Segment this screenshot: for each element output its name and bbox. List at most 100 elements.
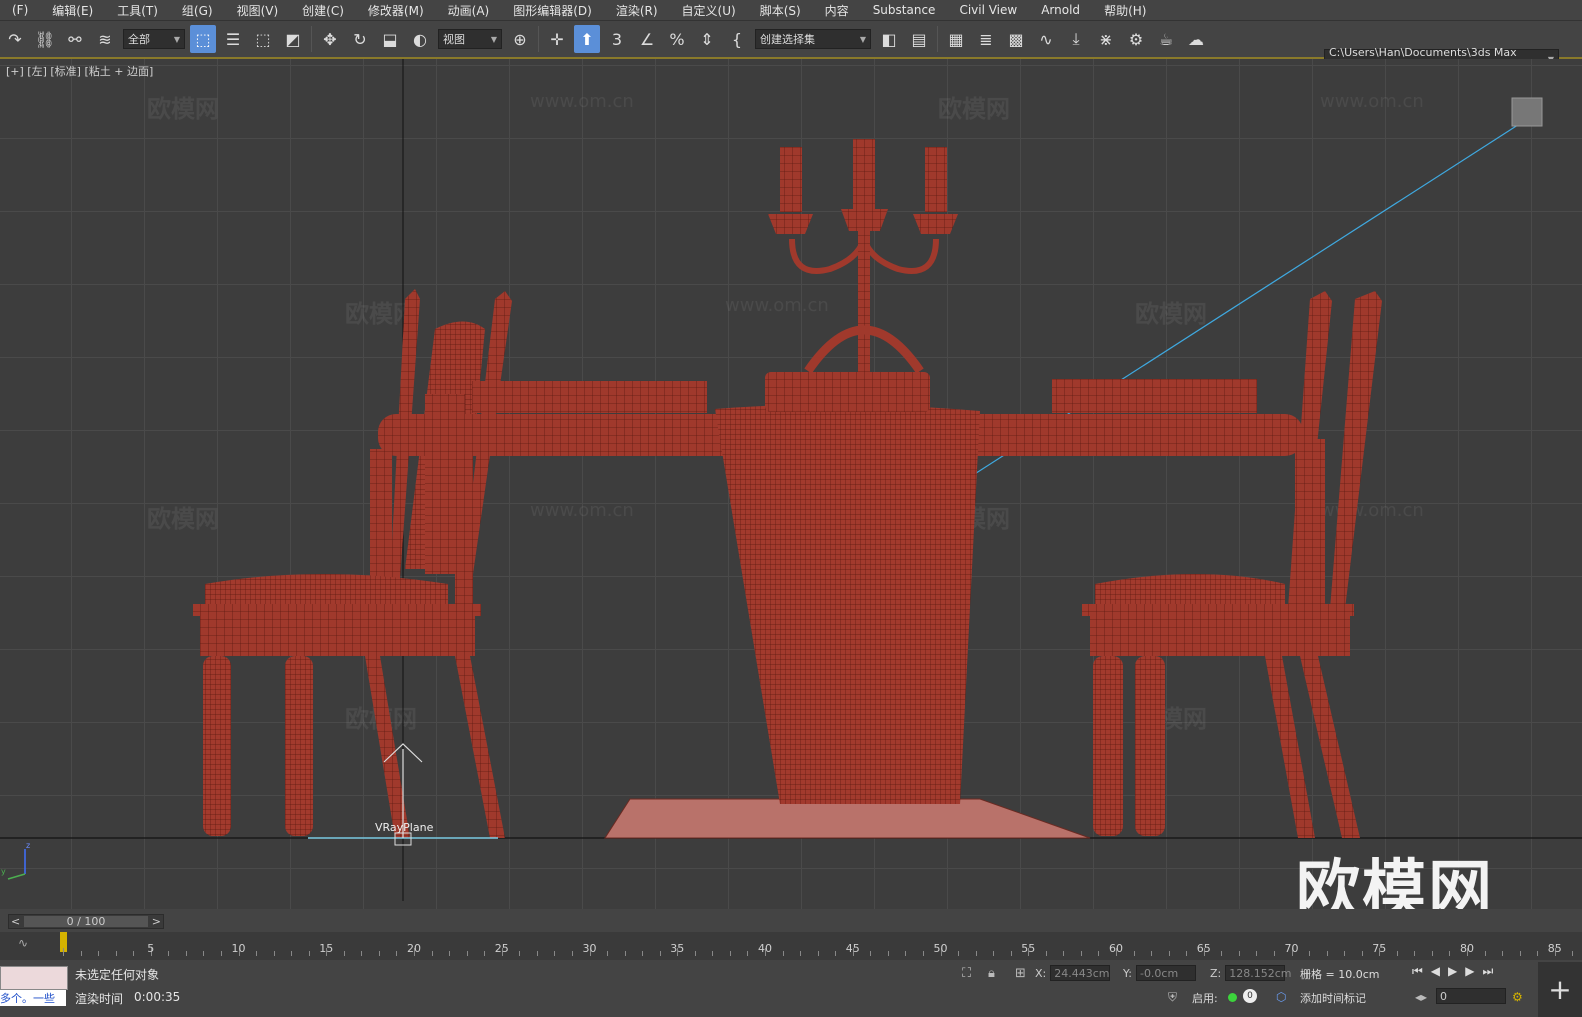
curve-editor-icon[interactable]: ∿ [1033, 25, 1059, 53]
track-tick [1414, 951, 1416, 956]
isolate-selection-icon[interactable]: ⛶ [962, 966, 971, 981]
mirror-icon[interactable]: ◧ [876, 25, 902, 53]
transform-mode-icon[interactable]: ⊞ [1015, 966, 1026, 981]
status-dot [1228, 993, 1237, 1002]
rotate-icon[interactable]: ↻ [347, 25, 373, 53]
scale-icon[interactable]: ⬓ [377, 25, 403, 53]
reference-coordinate-value: 视图 [443, 33, 465, 46]
z-coordinate-field[interactable]: 128.152cm [1225, 965, 1292, 981]
scene-explorer-icon[interactable]: ▦ [943, 25, 969, 53]
dope-sheet-icon[interactable]: ⤓ [1063, 25, 1089, 53]
chevron-down-icon: ▼ [173, 34, 180, 44]
menu-item[interactable]: Substance [861, 3, 948, 17]
track-tick [1449, 951, 1451, 956]
time-slider[interactable]: < 0 / 100 > [0, 912, 1582, 932]
material-editor-icon[interactable]: ⚙ [1123, 25, 1149, 53]
select-by-name-icon[interactable]: ☰ [220, 25, 246, 53]
frame-nav-icon[interactable]: ◂▸ [1415, 990, 1427, 1004]
menu-item[interactable]: 创建(C) [290, 2, 356, 19]
time-slider-prev-button[interactable]: < [11, 915, 20, 928]
angle-snap-icon[interactable]: ∠ [634, 25, 660, 53]
reference-coordinate-dropdown[interactable]: 视图 ▼ [438, 29, 502, 49]
curve-editor-mini-icon[interactable]: ∿ [18, 936, 28, 950]
time-config-icon[interactable]: ⚙ [1512, 990, 1523, 1004]
menu-item[interactable]: 编辑(E) [40, 2, 105, 19]
unlink-icon[interactable]: ⚯ [62, 25, 88, 53]
percent-snap-icon[interactable]: % [664, 25, 690, 53]
edit-named-selection-icon[interactable]: { [724, 25, 750, 53]
track-tick [800, 951, 802, 956]
track-tick [905, 951, 907, 956]
render-production-icon[interactable]: ☁ [1183, 25, 1209, 53]
track-tick [1502, 951, 1504, 956]
placement-icon[interactable]: ◐ [407, 25, 433, 53]
right-chair [1082, 291, 1382, 838]
add-button[interactable]: + [1538, 962, 1582, 1017]
schematic-view-icon[interactable]: ⋇ [1093, 25, 1119, 53]
y-coordinate-field[interactable]: -0.0cm [1135, 965, 1196, 981]
menu-item[interactable]: 图形编辑器(D) [501, 2, 604, 19]
listener-thumbnail[interactable] [0, 966, 68, 990]
align-icon[interactable]: ▤ [906, 25, 932, 53]
lock-icon[interactable]: 🔒︎ [988, 966, 995, 981]
left-viewport[interactable]: [+] [左] [标准] [粘土 + 边面] 欧模网 www.om.cn 欧模网… [0, 59, 1582, 909]
maxscript-mini-listener[interactable]: 多个。一些 [0, 990, 66, 1006]
add-time-tag[interactable]: 添加时间标记 [1300, 990, 1366, 1006]
track-tick [1080, 951, 1082, 956]
track-tick-label: 40 [758, 942, 772, 955]
track-tick [133, 951, 135, 956]
menu-item[interactable]: 视图(V) [225, 2, 291, 19]
spinner-snap-icon[interactable]: ⇕ [694, 25, 720, 53]
select-object-icon[interactable]: ⬚ [190, 25, 216, 53]
grid-size: 栅格 = 10.0cm [1300, 968, 1380, 981]
playback-controls[interactable]: ⏮◀▶▶⏭ [1412, 964, 1501, 979]
keyboard-shortcut-override-icon[interactable]: ⬆ [574, 25, 600, 53]
menu-item[interactable]: Civil View [947, 3, 1029, 17]
menu-item[interactable]: 帮助(H) [1092, 2, 1158, 19]
menu-item[interactable]: 动画(A) [436, 2, 502, 19]
enable-count[interactable]: 0 [1243, 989, 1257, 1003]
named-selection-sets-dropdown[interactable]: 创建选择集 ▼ [755, 29, 871, 49]
track-tick [1186, 951, 1188, 956]
selection-filter-dropdown[interactable]: 全部 ▼ [123, 29, 185, 49]
current-frame-field[interactable]: 0 [1436, 988, 1506, 1004]
menu-item[interactable]: 内容 [813, 2, 861, 19]
menu-item[interactable]: 渲染(R) [604, 2, 670, 19]
menu-item[interactable]: Arnold [1029, 3, 1092, 17]
layer-explorer-icon[interactable]: ≣ [973, 25, 999, 53]
vrayplane-label: VRayPlane [375, 821, 434, 834]
time-slider-frame[interactable]: 0 / 100 [24, 916, 148, 927]
window-crossing-icon[interactable]: ◩ [280, 25, 306, 53]
time-slider-next-button[interactable]: > [152, 915, 161, 928]
menu-bar: (F) 编辑(E) 工具(T) 组(G) 视图(V) 创建(C) 修改器(M) 动画(A) 图形… [0, 0, 1582, 21]
link-icon[interactable]: ⛓ [32, 25, 58, 53]
menu-item[interactable]: (F) [0, 3, 40, 17]
x-coordinate-field[interactable]: 24.443cm [1050, 965, 1111, 981]
menu-item[interactable]: 自定义(U) [670, 2, 748, 19]
shield-icon[interactable]: ⛨ [1168, 990, 1177, 1005]
redo-icon[interactable]: ↷ [2, 25, 28, 53]
pivot-center-icon[interactable]: ⊕ [507, 25, 533, 53]
time-tag-icon[interactable]: ⬡ [1276, 990, 1286, 1004]
rectangle-selection-icon[interactable]: ⬚ [250, 25, 276, 53]
x-label: X: [1035, 966, 1047, 980]
scene-model[interactable] [0, 59, 1582, 909]
menu-item[interactable]: 组(G) [170, 2, 225, 19]
bind-spacewarp-icon[interactable]: ≋ [92, 25, 118, 53]
y-label: Y: [1123, 966, 1132, 980]
render-setup-icon[interactable]: ☕ [1153, 25, 1179, 53]
menu-item[interactable]: 脚本(S) [748, 2, 813, 19]
toggle-ribbon-icon[interactable]: ▩ [1003, 25, 1029, 53]
track-bar[interactable]: ∿ 5 10 15 20 25 30 35 40 45 50 55 60 65 70 75 80 85 [0, 932, 1582, 960]
track-tick [975, 951, 977, 956]
select-manipulate-icon[interactable]: ✛ [544, 25, 570, 53]
snaps-toggle-icon[interactable]: 3 [604, 25, 630, 53]
chevron-down-icon: ▼ [859, 34, 866, 44]
time-slider-box[interactable]: < 0 / 100 > [8, 914, 164, 929]
menu-item[interactable]: 修改器(M) [356, 2, 436, 19]
track-tick [1326, 951, 1328, 956]
track-tick [63, 948, 64, 956]
move-icon[interactable]: ✥ [317, 25, 343, 53]
menu-item[interactable]: 工具(T) [105, 2, 170, 19]
track-tick [712, 951, 714, 956]
